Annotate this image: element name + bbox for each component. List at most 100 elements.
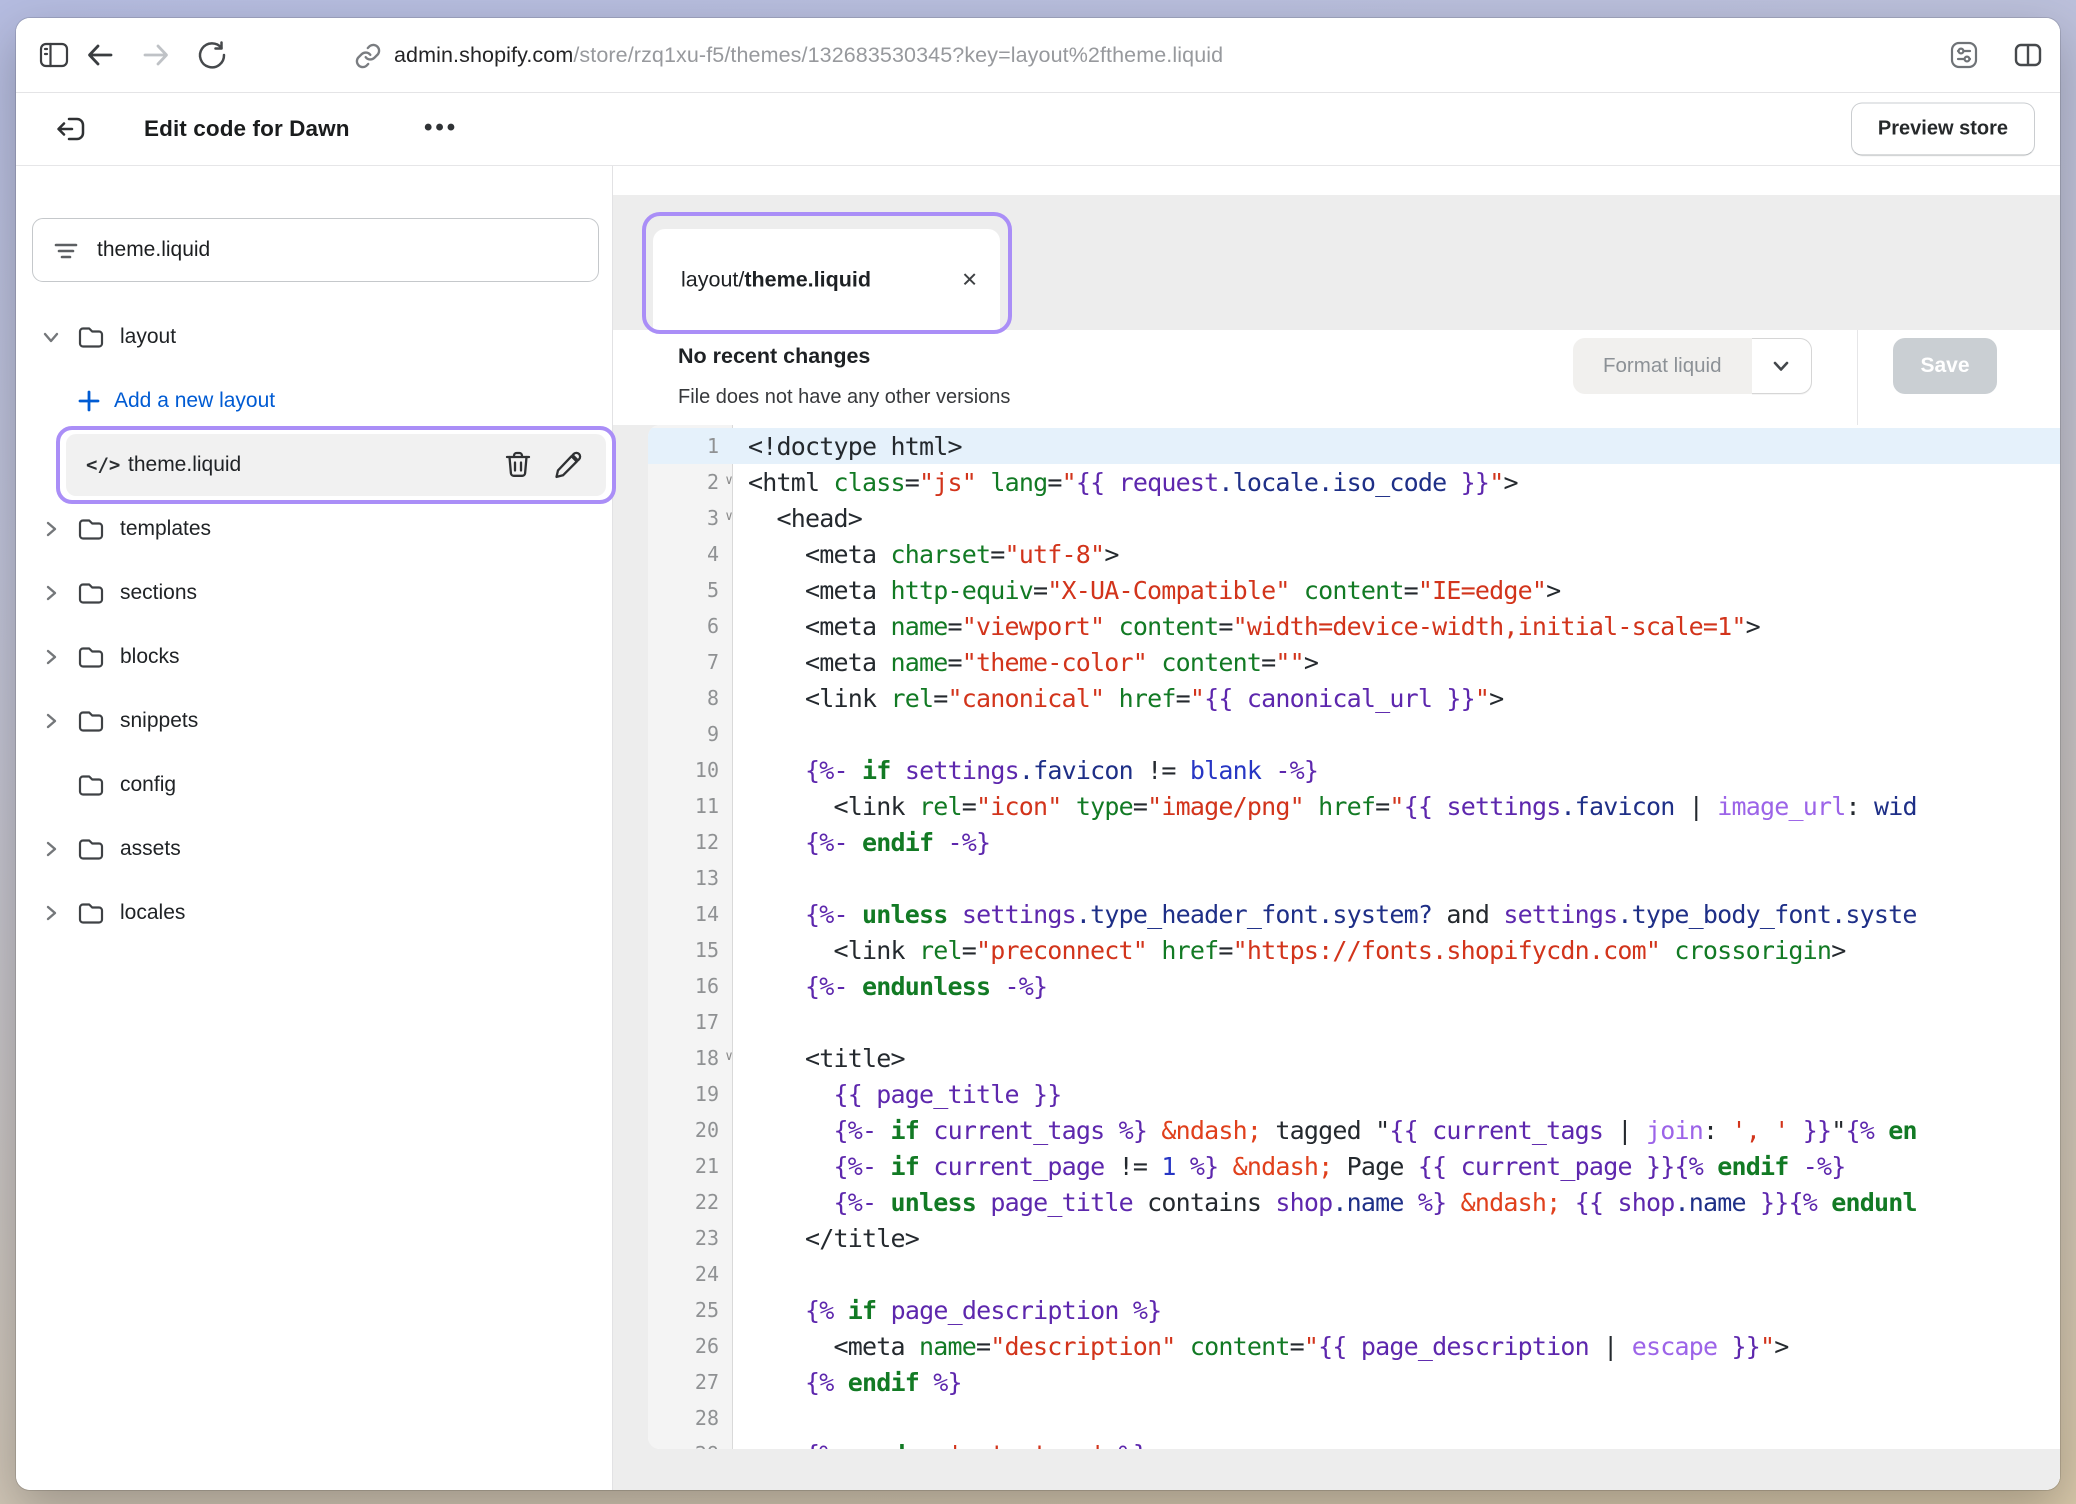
code-line-1[interactable]: 1<!doctype html> bbox=[648, 428, 2060, 464]
rename-file-icon[interactable] bbox=[550, 447, 586, 483]
code-line-3[interactable]: 3∨ <head> bbox=[648, 500, 2060, 536]
fold-chevron-icon[interactable]: ∨ bbox=[720, 509, 733, 524]
chevron-right-icon[interactable] bbox=[38, 710, 64, 732]
code-file-icon: </> bbox=[86, 454, 120, 476]
sidebar-item-snippets[interactable]: snippets bbox=[16, 689, 613, 753]
code-line-20[interactable]: 20 {%- if current_tags %} &ndash; tagged… bbox=[648, 1112, 2060, 1148]
split-view-icon[interactable] bbox=[2006, 33, 2050, 77]
chevron-right-icon[interactable] bbox=[38, 646, 64, 668]
line-number: 22 bbox=[648, 1190, 733, 1214]
code-line-8[interactable]: 8 <link rel="canonical" href="{{ canonic… bbox=[648, 680, 2060, 716]
sidebar-item-layout[interactable]: layout bbox=[16, 305, 613, 369]
chevron-right-icon[interactable] bbox=[38, 838, 64, 860]
back-button-icon[interactable] bbox=[78, 33, 122, 77]
editor-pane: layout/theme.liquid ✕ No recent changes … bbox=[613, 166, 2060, 1490]
reload-icon[interactable] bbox=[190, 33, 234, 77]
filter-icon bbox=[51, 235, 81, 265]
folder-icon bbox=[74, 642, 108, 672]
exit-code-editor-icon[interactable] bbox=[50, 107, 94, 151]
fold-chevron-icon[interactable]: ∨ bbox=[720, 473, 733, 488]
code-line-15[interactable]: 15 <link rel="preconnect" href="https://… bbox=[648, 932, 2060, 968]
line-number: 14 bbox=[648, 902, 733, 926]
code-line-11[interactable]: 11 <link rel="icon" type="image/png" hre… bbox=[648, 788, 2060, 824]
code-line-5[interactable]: 5 <meta http-equiv="X-UA-Compatible" con… bbox=[648, 572, 2060, 608]
folder-icon bbox=[74, 898, 108, 928]
line-number: 21 bbox=[648, 1154, 733, 1178]
code-line-23[interactable]: 23 </title> bbox=[648, 1220, 2060, 1256]
code-line-6[interactable]: 6 <meta name="viewport" content="width=d… bbox=[648, 608, 2060, 644]
folder-label: config bbox=[120, 773, 176, 797]
code-text: <html class="js" lang="{{ request.locale… bbox=[733, 468, 1518, 497]
sidebar-item-add-a-new-layout[interactable]: Add a new layout bbox=[16, 369, 613, 433]
save-button[interactable]: Save bbox=[1893, 338, 1997, 394]
sidebar-toggle-icon[interactable] bbox=[32, 33, 76, 77]
code-line-2[interactable]: 2∨<html class="js" lang="{{ request.loca… bbox=[648, 464, 2060, 500]
code-text: <meta http-equiv="X-UA-Compatible" conte… bbox=[733, 576, 1560, 605]
line-number: 12 bbox=[648, 830, 733, 854]
code-text: <head> bbox=[733, 504, 862, 533]
chevron-down-icon[interactable] bbox=[38, 326, 64, 348]
sidebar-item-templates[interactable]: templates bbox=[16, 497, 613, 561]
code-line-7[interactable]: 7 <meta name="theme-color" content=""> bbox=[648, 644, 2060, 680]
line-number: 10 bbox=[648, 758, 733, 782]
sidebar-item-locales[interactable]: locales bbox=[16, 881, 613, 945]
code-text: {%- if settings.favicon != blank -%} bbox=[733, 756, 1318, 785]
app-header: Edit code for Dawn ••• Preview store bbox=[16, 93, 2060, 166]
code-editor[interactable]: 1<!doctype html>2∨<html class="js" lang=… bbox=[648, 425, 2060, 1449]
delete-file-icon[interactable] bbox=[500, 447, 536, 483]
format-liquid-button[interactable]: Format liquid bbox=[1573, 338, 1752, 394]
code-line-27[interactable]: 27 {% endif %} bbox=[648, 1364, 2060, 1400]
file-search-input[interactable]: theme.liquid bbox=[32, 218, 599, 282]
code-text: <meta name="theme-color" content=""> bbox=[733, 648, 1318, 677]
status-title: No recent changes bbox=[678, 344, 870, 369]
address-bar[interactable]: admin.shopify.com/store/rzq1xu-f5/themes… bbox=[354, 18, 1223, 93]
more-menu-button[interactable]: ••• bbox=[424, 114, 458, 142]
code-line-24[interactable]: 24 bbox=[648, 1256, 2060, 1292]
preview-store-button[interactable]: Preview store bbox=[1851, 103, 2035, 156]
fold-chevron-icon[interactable]: ∨ bbox=[720, 1049, 733, 1064]
add-layout-link: Add a new layout bbox=[114, 389, 275, 413]
code-text: <link rel="icon" type="image/png" href="… bbox=[733, 792, 1917, 821]
sidebar-item-blocks[interactable]: blocks bbox=[16, 625, 613, 689]
code-line-25[interactable]: 25 {% if page_description %} bbox=[648, 1292, 2060, 1328]
tab-label: layout/theme.liquid bbox=[681, 267, 871, 292]
file-sidebar: theme.liquid layout Add a new layout </>th… bbox=[16, 166, 613, 1490]
chevron-right-icon[interactable] bbox=[38, 518, 64, 540]
code-text: </title> bbox=[733, 1224, 919, 1253]
code-line-29[interactable]: 29 {% render 'meta-tags' %} bbox=[648, 1436, 2060, 1449]
code-line-17[interactable]: 17 bbox=[648, 1004, 2060, 1040]
code-line-10[interactable]: 10 {%- if settings.favicon != blank -%} bbox=[648, 752, 2060, 788]
tab-close-icon[interactable]: ✕ bbox=[961, 267, 978, 292]
line-number: 1 bbox=[648, 434, 733, 458]
chevron-right-icon[interactable] bbox=[38, 582, 64, 604]
line-number: 25 bbox=[648, 1298, 733, 1322]
code-line-26[interactable]: 26 <meta name="description" content="{{ … bbox=[648, 1328, 2060, 1364]
editor-toolbar: No recent changes File does not have any… bbox=[613, 330, 2060, 425]
code-line-18[interactable]: 18∨ <title> bbox=[648, 1040, 2060, 1076]
code-line-9[interactable]: 9 bbox=[648, 716, 2060, 752]
sidebar-item-sections[interactable]: sections bbox=[16, 561, 613, 625]
chevron-right-icon[interactable] bbox=[38, 902, 64, 924]
code-line-28[interactable]: 28 bbox=[648, 1400, 2060, 1436]
format-liquid-dropdown-button[interactable] bbox=[1752, 338, 1812, 394]
sidebar-item-config[interactable]: config bbox=[16, 753, 613, 817]
code-line-22[interactable]: 22 {%- unless page_title contains shop.n… bbox=[648, 1184, 2060, 1220]
tab-theme-liquid[interactable]: layout/theme.liquid ✕ bbox=[653, 229, 1000, 330]
folder-label: layout bbox=[120, 325, 176, 349]
code-line-19[interactable]: 19 {{ page_title }} bbox=[648, 1076, 2060, 1112]
code-line-13[interactable]: 13 bbox=[648, 860, 2060, 896]
link-icon bbox=[354, 42, 382, 70]
page-settings-icon[interactable] bbox=[1942, 33, 1986, 77]
code-line-12[interactable]: 12 {%- endif -%} bbox=[648, 824, 2060, 860]
search-value: theme.liquid bbox=[97, 238, 210, 262]
url-host: admin.shopify.com bbox=[394, 43, 573, 67]
code-text: {%- endunless -%} bbox=[733, 972, 1047, 1001]
sidebar-item-assets[interactable]: assets bbox=[16, 817, 613, 881]
browser-window: admin.shopify.com/store/rzq1xu-f5/themes… bbox=[16, 18, 2060, 1490]
sidebar-item-theme-liquid[interactable]: </>theme.liquid bbox=[16, 433, 613, 497]
code-line-14[interactable]: 14 {%- unless settings.type_header_font.… bbox=[648, 896, 2060, 932]
code-line-21[interactable]: 21 {%- if current_page != 1 %} &ndash; P… bbox=[648, 1148, 2060, 1184]
forward-button-icon[interactable] bbox=[134, 33, 178, 77]
code-line-4[interactable]: 4 <meta charset="utf-8"> bbox=[648, 536, 2060, 572]
code-line-16[interactable]: 16 {%- endunless -%} bbox=[648, 968, 2060, 1004]
